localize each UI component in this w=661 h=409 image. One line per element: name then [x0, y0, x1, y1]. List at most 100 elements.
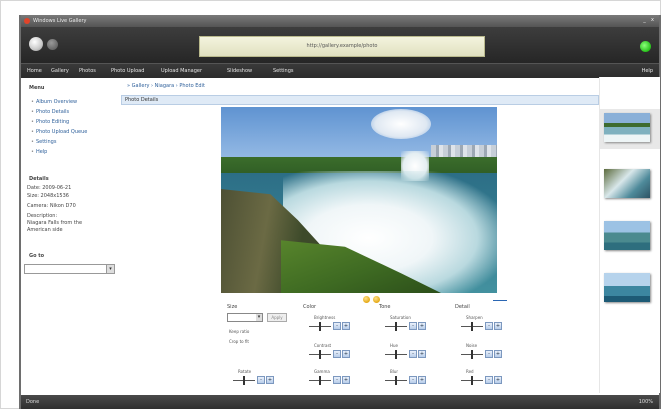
slider-thumb[interactable]	[471, 350, 473, 359]
menu-item-photo-upload[interactable]: Photo Upload	[111, 67, 144, 75]
sidebar-menu-title: Menu	[29, 85, 45, 91]
plus-button[interactable]: +	[418, 350, 426, 358]
menu-item-upload-manager[interactable]: Upload Manager	[161, 67, 202, 75]
thumbnail[interactable]	[604, 169, 650, 198]
slider-label: Blur	[390, 369, 399, 374]
slider-label: Hue	[390, 343, 399, 348]
minus-button[interactable]: -	[485, 376, 493, 384]
application-window: Windows Live Gallery _ x http://gallery.…	[19, 15, 661, 409]
chevron-down-icon[interactable]: ▾	[106, 265, 114, 273]
detail-field: Niagara Falls from the	[27, 220, 83, 226]
gamma-slider[interactable]: Gamma	[309, 369, 335, 385]
slider-label: Rotate	[238, 369, 252, 374]
connection-status-icon	[640, 41, 651, 52]
minus-button[interactable]: -	[485, 350, 493, 358]
slider-thumb[interactable]	[395, 322, 397, 331]
menu-item-help[interactable]: Help	[642, 67, 653, 75]
red-slider[interactable]: Red	[461, 369, 487, 385]
plus-button[interactable]: +	[418, 376, 426, 384]
address-bar[interactable]: http://gallery.example/photo	[199, 36, 485, 57]
keep-ratio-checkbox[interactable]: Keep ratio	[229, 329, 249, 334]
menu-item-photos[interactable]: Photos	[79, 67, 96, 75]
slider-thumb[interactable]	[319, 350, 321, 359]
plus-button[interactable]: +	[266, 376, 274, 384]
minus-button[interactable]: -	[409, 376, 417, 384]
rotate-slider[interactable]: Rotate	[233, 369, 259, 385]
size-panel: Size ▾ Apply Keep ratio Crop to fit Rota…	[227, 304, 301, 392]
minus-button[interactable]: -	[333, 350, 341, 358]
sidebar-link[interactable]: Photo Upload Queue	[31, 129, 87, 135]
minus-button[interactable]: -	[333, 322, 341, 330]
slider-label: Contrast	[314, 343, 332, 348]
sidebar-link[interactable]: Album Overview	[31, 99, 77, 105]
sharpen-slider[interactable]: Sharpen	[461, 315, 487, 331]
slider-thumb[interactable]	[471, 376, 473, 385]
sidebar-goto-title: Go to	[29, 253, 45, 259]
thumbnail[interactable]	[604, 273, 650, 302]
status-bar: Done 100%	[21, 395, 659, 409]
slider-thumb[interactable]	[319, 322, 321, 331]
menu-bar: Home Gallery Photos Photo Upload Upload …	[21, 63, 659, 78]
close-button[interactable]: x	[650, 18, 655, 23]
plus-button[interactable]: +	[342, 350, 350, 358]
forward-button-icon[interactable]	[47, 39, 58, 50]
zoom-status: 100%	[638, 399, 653, 405]
thumbnail[interactable]	[604, 221, 650, 250]
plus-button[interactable]: +	[494, 322, 502, 330]
crop-checkbox[interactable]: Crop to fit	[229, 339, 249, 344]
prev-photo-icon[interactable]	[363, 296, 370, 303]
menu-item-gallery[interactable]: Gallery	[51, 67, 69, 75]
apply-button[interactable]: Apply	[267, 313, 287, 322]
slider-thumb[interactable]	[319, 376, 321, 385]
toolbar: http://gallery.example/photo	[21, 27, 659, 63]
thumbnail[interactable]	[604, 113, 650, 142]
chevron-down-icon[interactable]: ▾	[256, 314, 262, 321]
slider-thumb[interactable]	[471, 322, 473, 331]
hue-slider[interactable]: Hue	[385, 343, 411, 359]
minus-button[interactable]: -	[409, 322, 417, 330]
color-panel: Color Brightness - + Contrast - + Gamma …	[303, 304, 377, 392]
breadcrumb[interactable]: » Gallery › Niagara › Photo Edit	[127, 83, 205, 89]
zoom-indicator	[493, 300, 507, 301]
slider-thumb[interactable]	[395, 376, 397, 385]
slider-label: Saturation	[390, 315, 411, 320]
sidebar-link[interactable]: Photo Details	[31, 109, 69, 115]
menu-item-slideshow[interactable]: Slideshow	[227, 67, 252, 75]
blur-slider[interactable]: Blur	[385, 369, 411, 385]
minus-button[interactable]: -	[333, 376, 341, 384]
main-photo[interactable]	[221, 107, 497, 293]
detail-field: Description:	[27, 213, 58, 219]
slider-label: Red	[466, 369, 474, 374]
slider-label: Gamma	[314, 369, 330, 374]
detail-panel: Detail Sharpen - + Noise - + Red - +	[455, 304, 529, 392]
plus-button[interactable]: +	[342, 376, 350, 384]
sidebar-link[interactable]: Photo Editing	[31, 119, 69, 125]
minus-button[interactable]: -	[485, 322, 493, 330]
detail-field: Size: 2048x1536	[27, 193, 69, 199]
menu-item-settings[interactable]: Settings	[273, 67, 294, 75]
minus-button[interactable]: -	[409, 350, 417, 358]
sidebar-link[interactable]: Settings	[31, 139, 57, 145]
sidebar-link[interactable]: Help	[31, 149, 47, 155]
minimize-button[interactable]: _	[642, 18, 647, 23]
saturation-slider[interactable]: Saturation	[385, 315, 411, 331]
back-button-icon[interactable]	[29, 37, 43, 51]
plus-button[interactable]: +	[494, 376, 502, 384]
goto-select[interactable]: ▾	[24, 264, 115, 274]
next-photo-icon[interactable]	[373, 296, 380, 303]
size-dropdown[interactable]: ▾	[227, 313, 263, 322]
contrast-slider[interactable]: Contrast	[309, 343, 335, 359]
noise-slider[interactable]: Noise	[461, 343, 487, 359]
slider-thumb[interactable]	[395, 350, 397, 359]
plus-button[interactable]: +	[342, 322, 350, 330]
minus-button[interactable]: -	[257, 376, 265, 384]
plus-button[interactable]: +	[494, 350, 502, 358]
status-text: Done	[26, 399, 40, 405]
brightness-slider[interactable]: Brightness	[309, 315, 335, 331]
slider-thumb[interactable]	[243, 376, 245, 385]
slider-label: Noise	[466, 343, 478, 348]
plus-button[interactable]: +	[418, 322, 426, 330]
panel-title: Detail	[455, 304, 470, 310]
menu-item-home[interactable]: Home	[27, 67, 42, 75]
panel-title: Tone	[379, 304, 391, 310]
